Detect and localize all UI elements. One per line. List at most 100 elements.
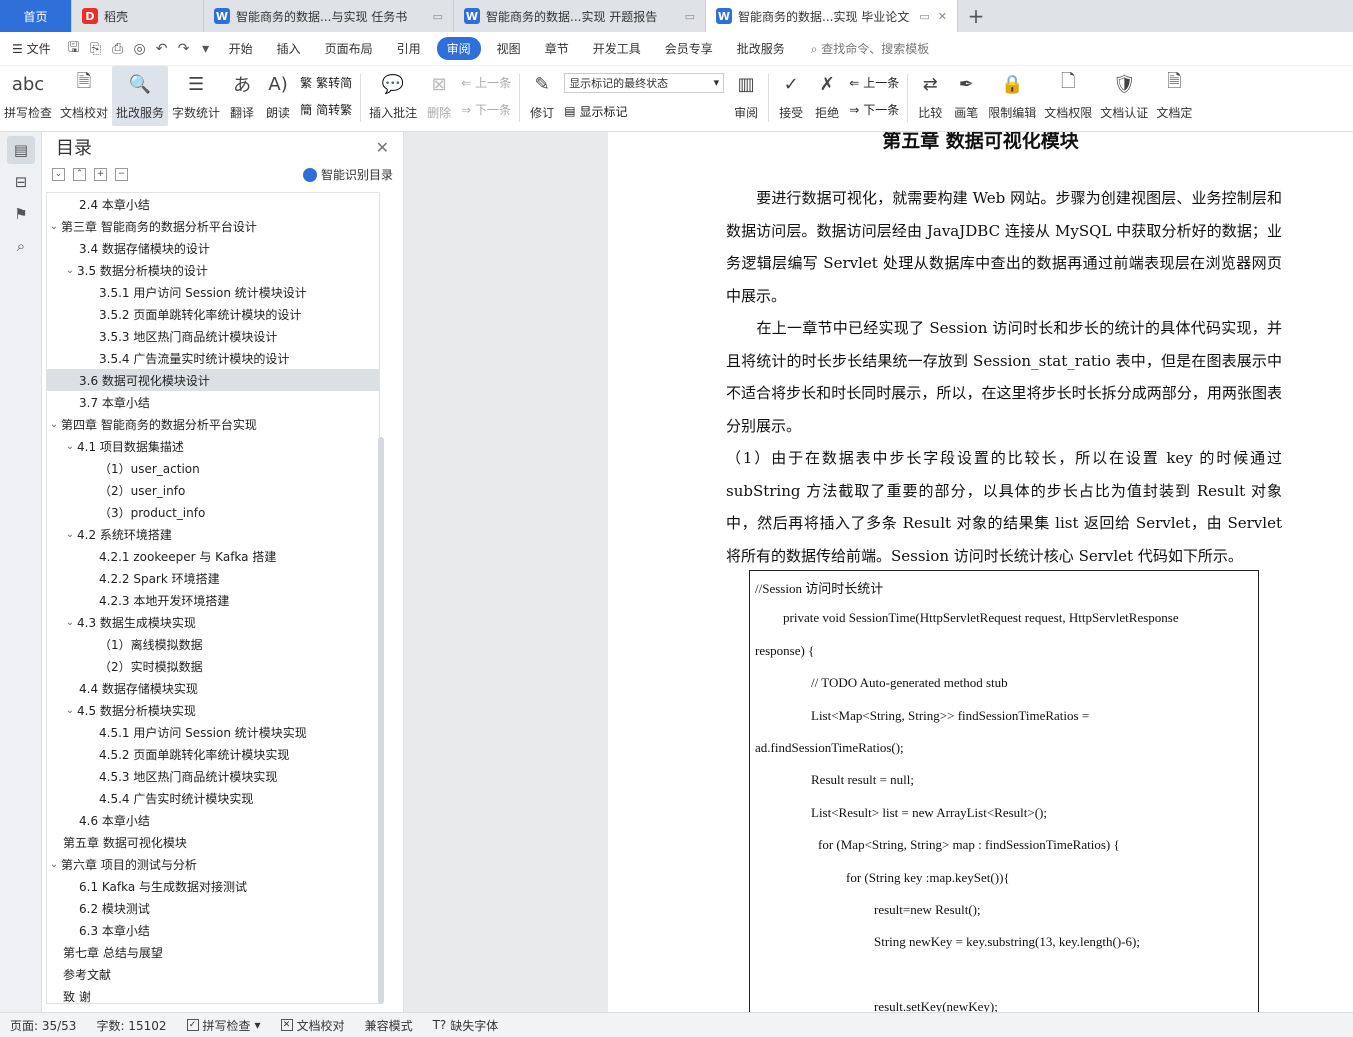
next-change-button[interactable]: ⇒ 下一条 bbox=[849, 101, 899, 118]
toc-item[interactable]: 4.5.1 用户访问 Session 统计模块实现 bbox=[47, 721, 379, 743]
toc-panel-icon[interactable]: ▤ bbox=[7, 136, 35, 164]
chevron-down-icon[interactable]: ⌄ bbox=[63, 617, 77, 628]
toc-item[interactable]: ⌄ 第三章 智能商务的数据分析平台设计 bbox=[47, 215, 379, 237]
toc-item[interactable]: ⌄ 4.5 数据分析模块实现 bbox=[47, 699, 379, 721]
menu-view[interactable]: 视图 bbox=[485, 40, 533, 57]
chevron-down-icon[interactable]: ⌄ bbox=[63, 705, 77, 716]
chevron-down-icon[interactable]: ⌄ bbox=[63, 529, 77, 540]
toc-item[interactable]: 4.5.4 广告实时统计模块实现 bbox=[47, 787, 379, 809]
toc-item[interactable]: 4.2.1 zookeeper 与 Kafka 搭建 bbox=[47, 545, 379, 567]
menu-devtools[interactable]: 开发工具 bbox=[581, 40, 653, 57]
missing-font-status[interactable]: T? 缺失字体 bbox=[423, 1017, 509, 1034]
toc-item[interactable]: 4.6 本章小结 bbox=[47, 809, 379, 831]
delete-comment-button[interactable]: ⊠ 删除 bbox=[421, 66, 457, 126]
proofread-status[interactable]: ✕ 文档校对 bbox=[271, 1017, 355, 1034]
markup-select[interactable]: 显示标记的最终状态 ▾ bbox=[564, 72, 725, 93]
review-pane-button[interactable]: ▥ 审阅 bbox=[728, 66, 764, 126]
tab-doc-task[interactable]: W 智能商务的数据...与实现 任务书 ▭ bbox=[204, 0, 454, 32]
command-search[interactable]: ⌕ 查找命令、搜索模板 bbox=[811, 40, 930, 57]
to-traditional-button[interactable]: 繁繁转简 bbox=[300, 74, 352, 91]
chapter-nav-icon[interactable]: ⊟ bbox=[7, 168, 35, 196]
next-comment-button[interactable]: ⇒ 下一条 bbox=[461, 101, 511, 118]
word-count-status[interactable]: 字数: 15102 bbox=[86, 1017, 176, 1034]
toc-item[interactable]: 第五章 数据可视化模块 bbox=[47, 831, 379, 853]
toc-item[interactable]: ⌄ 4.2 系统环境搭建 bbox=[47, 523, 379, 545]
prev-change-button[interactable]: ⇐ 上一条 bbox=[849, 74, 899, 91]
close-tab-icon[interactable]: ✕ bbox=[938, 10, 947, 23]
pen-button[interactable]: ✒ 画笔 bbox=[948, 66, 984, 126]
accept-button[interactable]: ✓ 接受 bbox=[773, 66, 809, 126]
menu-insert[interactable]: 插入 bbox=[265, 40, 313, 57]
toc-item[interactable]: 4.4 数据存储模块实现 bbox=[47, 677, 379, 699]
to-simplified-button[interactable]: 簡简转繁 bbox=[300, 101, 352, 118]
proofread-button[interactable]: 🗎 文档校对 bbox=[56, 66, 112, 126]
toc-item[interactable]: 参考文献 bbox=[47, 963, 379, 985]
toc-item[interactable]: 6.2 模块测试 bbox=[47, 897, 379, 919]
new-tab-button[interactable]: + bbox=[958, 0, 994, 32]
compare-button[interactable]: ⇄ 比较 bbox=[912, 66, 948, 126]
toc-item[interactable]: 3.5.1 用户访问 Session 统计模块设计 bbox=[47, 281, 379, 303]
track-changes-button[interactable]: ✎ 修订 bbox=[524, 66, 560, 126]
tab-home[interactable]: 首页 bbox=[0, 0, 72, 32]
toc-item[interactable]: （1）user_action bbox=[47, 457, 379, 479]
toc-scrollbar[interactable] bbox=[378, 437, 384, 1004]
toc-item[interactable]: （2）user_info bbox=[47, 479, 379, 501]
tab-doc-proposal[interactable]: W 智能商务的数据...实现 开题报告 ▭ bbox=[454, 0, 706, 32]
preview-icon[interactable]: ◎ bbox=[129, 41, 151, 57]
file-menu[interactable]: ☰ 文件 bbox=[0, 40, 63, 57]
doc-certify-button[interactable]: 🛡 文档认证 bbox=[1096, 66, 1152, 126]
toc-item[interactable]: 4.5.2 页面单跳转化率统计模块实现 bbox=[47, 743, 379, 765]
bookmark-icon[interactable]: ⚑ bbox=[7, 200, 35, 228]
expand-icon[interactable]: + bbox=[94, 167, 107, 181]
toc-item[interactable]: ⌄ 第四章 智能商务的数据分析平台实现 bbox=[47, 413, 379, 435]
more-icon[interactable]: ▾ bbox=[195, 41, 217, 57]
menu-start[interactable]: 开始 bbox=[217, 40, 265, 57]
smart-toc-button[interactable]: 智能识别目录 bbox=[302, 166, 393, 183]
expand-all-icon[interactable]: ⌃ bbox=[73, 167, 86, 181]
doc-permission-button[interactable]: 🗋 文档权限 bbox=[1040, 66, 1096, 126]
chevron-down-icon[interactable]: ⌄ bbox=[47, 859, 61, 870]
document-page[interactable]: 第五章 数据可视化模块 要进行数据可视化，就需要构建 Web 网站。步骤为创建视… bbox=[608, 132, 1353, 1012]
menu-reference[interactable]: 引用 bbox=[385, 40, 433, 57]
restrict-edit-button[interactable]: 🔒 限制编辑 bbox=[984, 66, 1040, 126]
toc-item[interactable]: 4.2.2 Spark 环境搭建 bbox=[47, 567, 379, 589]
chevron-down-icon[interactable]: ⌄ bbox=[63, 265, 77, 276]
toc-item[interactable]: 3.5.3 地区热门商品统计模块设计 bbox=[47, 325, 379, 347]
menu-review[interactable]: 审阅 bbox=[436, 37, 481, 60]
collapse-icon[interactable]: − bbox=[115, 167, 128, 181]
toc-item[interactable]: 3.5.2 页面单跳转化率统计模块的设计 bbox=[47, 303, 379, 325]
undo-icon[interactable]: ↶ bbox=[151, 41, 173, 57]
chevron-down-icon[interactable]: ⌄ bbox=[47, 221, 61, 232]
spell-check-status[interactable]: ✓ 拼写检查 ▾ bbox=[177, 1017, 271, 1034]
toc-item[interactable]: 6.1 Kafka 与生成数据对接测试 bbox=[47, 875, 379, 897]
toc-item[interactable]: （3）product_info bbox=[47, 501, 379, 523]
review-service-button[interactable]: 🔍 批改服务 bbox=[112, 66, 169, 126]
search-icon[interactable]: ⌕ bbox=[7, 232, 35, 260]
prev-comment-button[interactable]: ⇐ 上一条 bbox=[461, 74, 511, 91]
page-indicator[interactable]: 页面: 35/53 bbox=[0, 1017, 86, 1034]
toc-item[interactable]: 4.5.3 地区热门商品统计模块实现 bbox=[47, 765, 379, 787]
redo-icon[interactable]: ↷ bbox=[173, 41, 195, 57]
toc-item[interactable]: ⌄ 第六章 项目的测试与分析 bbox=[47, 853, 379, 875]
menu-member[interactable]: 会员专享 bbox=[653, 40, 725, 57]
toc-item[interactable]: 4.2.3 本地开发环境搭建 bbox=[47, 589, 379, 611]
chevron-down-icon[interactable]: ⌄ bbox=[47, 419, 61, 430]
show-markup-button[interactable]: ▤ 显示标记 bbox=[564, 103, 724, 120]
toc-item[interactable]: （2）实时模拟数据 bbox=[47, 655, 379, 677]
toc-item[interactable]: ⌄ 4.1 项目数据集描述 bbox=[47, 435, 379, 457]
menu-review-service[interactable]: 批改服务 bbox=[725, 40, 797, 57]
tab-daoke[interactable]: D 稻壳 bbox=[72, 0, 204, 32]
toc-item[interactable]: 6.3 本章小结 bbox=[47, 919, 379, 941]
collapse-all-icon[interactable]: ⌄ bbox=[52, 167, 65, 181]
save-icon[interactable]: 🖫 bbox=[63, 37, 85, 61]
toc-item[interactable]: 3.5.4 广告流量实时统计模块的设计 bbox=[47, 347, 379, 369]
doc-extra-button[interactable]: 🗎 文档定 bbox=[1152, 66, 1196, 126]
toc-item[interactable]: 第七章 总结与展望 bbox=[47, 941, 379, 963]
print-icon[interactable]: ⎙ bbox=[107, 41, 129, 57]
toc-item[interactable]: 致 谢 bbox=[47, 985, 379, 1004]
translate-button[interactable]: あ翻译 bbox=[224, 66, 260, 126]
reject-button[interactable]: ✗ 拒绝 bbox=[809, 66, 845, 126]
menu-section[interactable]: 章节 bbox=[533, 40, 581, 57]
word-count-button[interactable]: ☰ 字数统计 bbox=[168, 66, 224, 126]
toc-item[interactable]: 3.6 数据可视化模块设计 bbox=[47, 369, 379, 391]
